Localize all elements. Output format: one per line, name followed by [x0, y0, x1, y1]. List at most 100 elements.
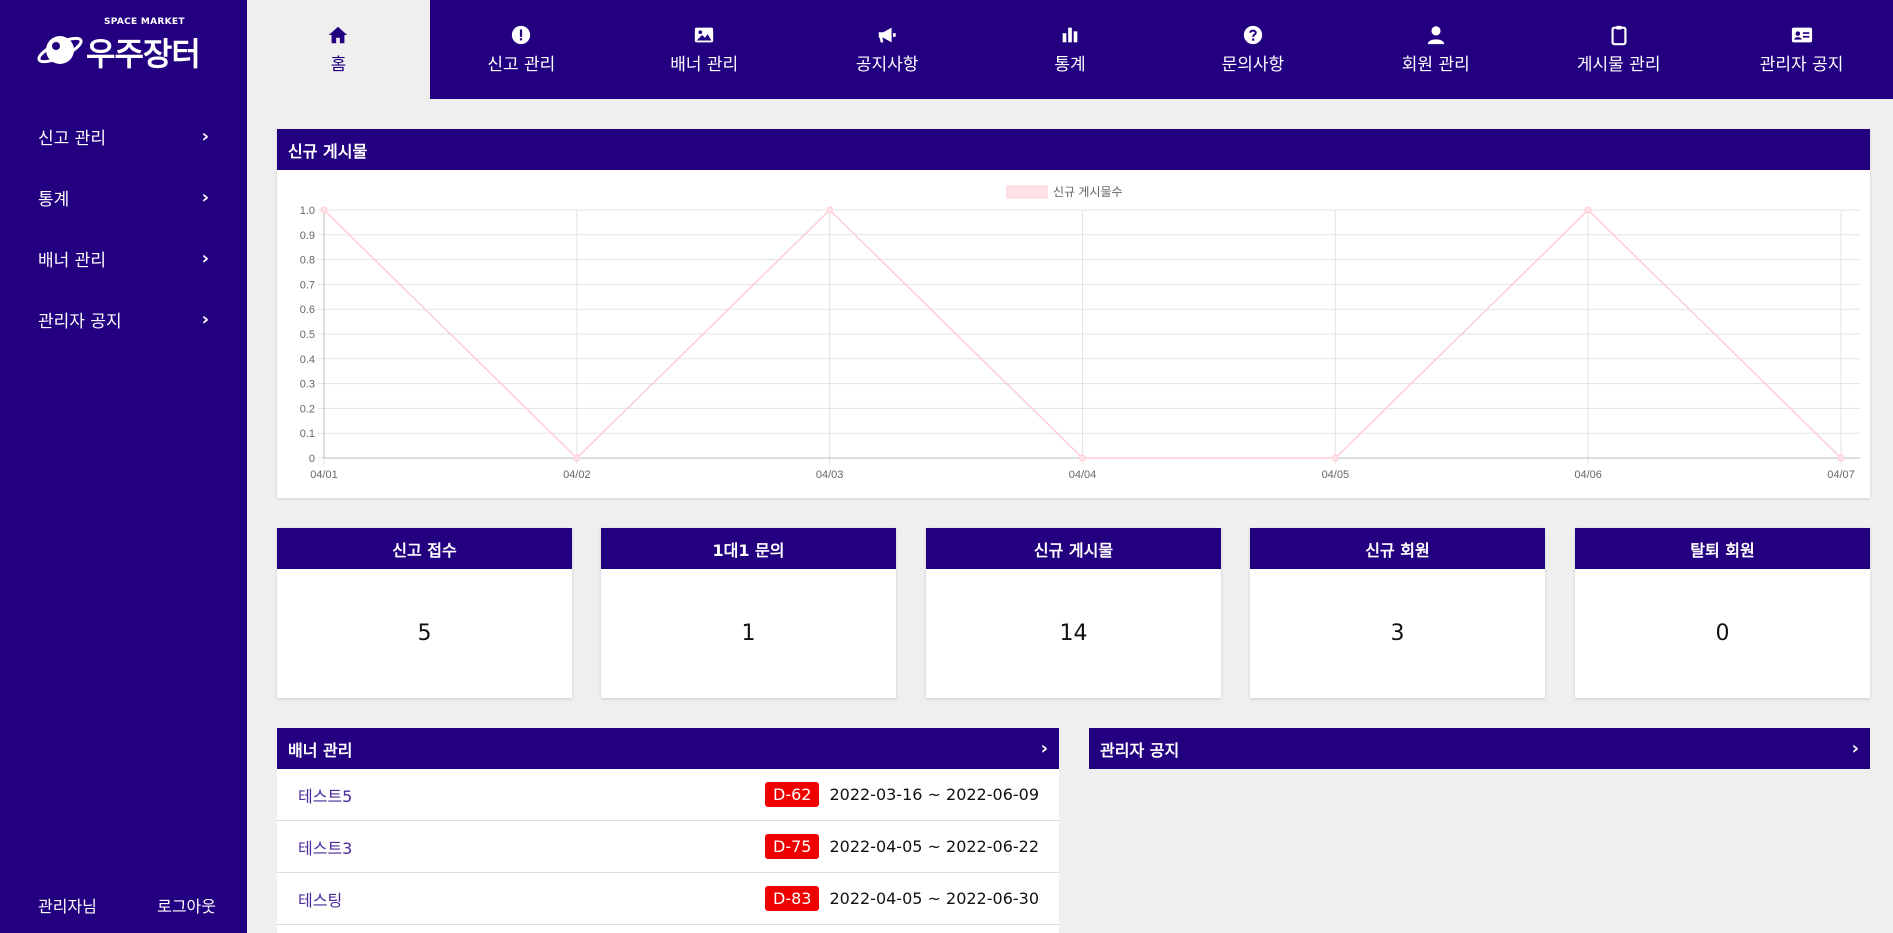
chevron-right-icon[interactable]: › [1041, 738, 1048, 759]
stat-card-value: 3 [1390, 621, 1405, 646]
tab-inquiries[interactable]: 문의사항 [1161, 0, 1344, 99]
logout-link[interactable]: 로그아웃 [157, 893, 216, 917]
x-tick-label: 04/07 [1827, 469, 1855, 481]
chart-panel-title: 신규 게시물 [277, 129, 1870, 170]
admin-notice-panel-header: 관리자 공지 › [1089, 728, 1870, 769]
logo-title: 우주장터 [86, 35, 201, 73]
tab-label: 회원 관리 [1401, 55, 1470, 75]
tab-posts[interactable]: 게시물 관리 [1527, 0, 1710, 99]
bar-chart-icon [1059, 24, 1081, 46]
tab-members[interactable]: 회원 관리 [1344, 0, 1527, 99]
line-chart: 0 0.1 0.2 0.3 0.4 0.5 0.6 0.7 0.8 0.9 1.0 04/01 04/0… [277, 170, 1870, 498]
admin-notice-panel: 관리자 공지 › [1089, 728, 1870, 769]
sidebar-item-admin-notice[interactable]: 관리자 공지 › [0, 289, 247, 350]
new-posts-chart-panel: 신규 게시물 0 0.1 0.2 0.3 0.4 0.5 0.6 0.7 0.8 0.9 1.0 04… [277, 129, 1870, 498]
tab-announcements[interactable]: 공지사항 [796, 0, 979, 99]
chevron-right-icon: › [201, 187, 209, 208]
stat-card-title: 신고 접수 [277, 528, 572, 569]
y-tick-label: 0.8 [300, 255, 315, 267]
side-menu: 신고 관리 › 통계 › 배너 관리 › 관리자 공지 › [0, 106, 247, 350]
dday-badge: D-62 [765, 782, 820, 807]
banner-name-link[interactable]: 테스팅 [298, 887, 342, 911]
stat-card-new-posts[interactable]: 신규 게시물 14 [926, 528, 1221, 698]
tab-label: 배너 관리 [670, 55, 739, 75]
y-tick-label: 0.2 [300, 403, 315, 415]
banner-date-range: 2022-04-05 ~ 2022-06-22 [829, 837, 1039, 856]
admin-notice-panel-title: 관리자 공지 [1100, 740, 1180, 760]
app-logo[interactable]: SPACE MARKET 우주장터 [36, 17, 216, 74]
sidebar: SPACE MARKET 우주장터 신고 관리 › 통계 › 배너 관리 › 관… [0, 0, 247, 933]
y-tick-label: 0.1 [300, 428, 315, 440]
stat-card-title: 1대1 문의 [601, 528, 896, 569]
y-tick-label: 0.6 [300, 304, 315, 316]
y-tick-label: 0.4 [300, 354, 315, 366]
stat-card-title: 신규 회원 [1250, 528, 1545, 569]
x-tick-label: 04/02 [563, 469, 591, 481]
stat-card-reports[interactable]: 신고 접수 5 [277, 528, 572, 698]
tab-stats[interactable]: 통계 [979, 0, 1162, 99]
sidebar-item-banner[interactable]: 배너 관리 › [0, 228, 247, 289]
legend-label: 신규 게시물수 [1053, 185, 1123, 199]
home-icon [327, 24, 349, 46]
banner-panel-header: 배너 관리 › [277, 728, 1059, 769]
user-name-link[interactable]: 관리자님 [38, 893, 97, 917]
x-tick-label: 04/05 [1322, 469, 1350, 481]
exclamation-icon [510, 24, 532, 46]
list-item: 테스트5 D-62 2022-03-16 ~ 2022-06-09 [277, 769, 1059, 821]
tab-label: 게시물 관리 [1576, 55, 1661, 75]
stat-card-value: 5 [417, 621, 432, 646]
stat-card-new-members[interactable]: 신규 회원 3 [1250, 528, 1545, 698]
tab-home[interactable]: 홈 [247, 0, 430, 99]
banner-panel: 배너 관리 › 테스트5 D-62 2022-03-16 ~ 2022-06-0… [277, 728, 1059, 933]
line-chart-svg: 0 0.1 0.2 0.3 0.4 0.5 0.6 0.7 0.8 0.9 1.0 04/01 04/0… [300, 185, 1860, 481]
y-tick-label: 1.0 [300, 205, 315, 217]
chevron-right-icon[interactable]: › [1852, 738, 1859, 759]
stat-card-title: 탈퇴 회원 [1575, 528, 1870, 569]
tab-label: 공지사항 [855, 55, 919, 75]
dday-badge: D-75 [765, 834, 820, 859]
data-point [1079, 454, 1086, 462]
sidebar-item-label: 관리자 공지 [38, 312, 122, 332]
legend-swatch [1006, 185, 1048, 199]
sidebar-footer: 관리자님 로그아웃 [38, 893, 216, 917]
data-point [826, 206, 834, 214]
y-tick-label: 0.5 [300, 329, 315, 341]
banner-name-link[interactable]: 테스트3 [298, 835, 352, 859]
tab-label: 신고 관리 [487, 55, 556, 75]
banner-panel-title: 배너 관리 [288, 740, 353, 760]
dday-badge: D-83 [765, 886, 820, 911]
data-point [1584, 206, 1592, 214]
banner-name-link[interactable]: 테스트5 [298, 783, 352, 807]
logo-subtitle: SPACE MARKET [104, 17, 185, 27]
list-item: 테스팅 D-83 2022-04-05 ~ 2022-06-30 [277, 873, 1059, 925]
y-tick-label: 0.7 [300, 279, 315, 291]
banner-date-range: 2022-04-05 ~ 2022-06-30 [829, 889, 1039, 908]
tab-report[interactable]: 신고 관리 [430, 0, 613, 99]
stat-card-value: 1 [741, 621, 756, 646]
stat-card-inquiries[interactable]: 1대1 문의 1 [601, 528, 896, 698]
question-icon [1242, 24, 1264, 46]
data-point [1837, 454, 1845, 462]
sidebar-item-label: 통계 [38, 190, 70, 210]
sidebar-item-label: 배너 관리 [38, 251, 106, 271]
chevron-right-icon: › [201, 309, 209, 330]
list-item: 테스트3 D-75 2022-04-05 ~ 2022-06-22 [277, 821, 1059, 873]
data-point [1331, 454, 1339, 462]
tab-banner[interactable]: 배너 관리 [613, 0, 796, 99]
stat-card-title: 신규 게시물 [926, 528, 1221, 569]
sidebar-item-stats[interactable]: 통계 › [0, 167, 247, 228]
user-icon [1425, 24, 1447, 46]
tab-label: 통계 [1054, 55, 1086, 75]
stat-card-withdrawn-members[interactable]: 탈퇴 회원 0 [1575, 528, 1870, 698]
stat-card-value: 14 [1059, 621, 1088, 646]
x-tick-label: 04/01 [310, 469, 338, 481]
tab-label: 관리자 공지 [1759, 55, 1844, 75]
megaphone-icon [876, 24, 898, 46]
tab-admin-notice[interactable]: 관리자 공지 [1710, 0, 1893, 99]
planet-logo-icon [37, 36, 83, 64]
x-tick-label: 04/04 [1069, 469, 1097, 481]
chevron-right-icon: › [201, 248, 209, 269]
x-tick-label: 04/06 [1574, 469, 1602, 481]
sidebar-item-report[interactable]: 신고 관리 › [0, 106, 247, 167]
tab-label: 홈 [330, 55, 347, 75]
